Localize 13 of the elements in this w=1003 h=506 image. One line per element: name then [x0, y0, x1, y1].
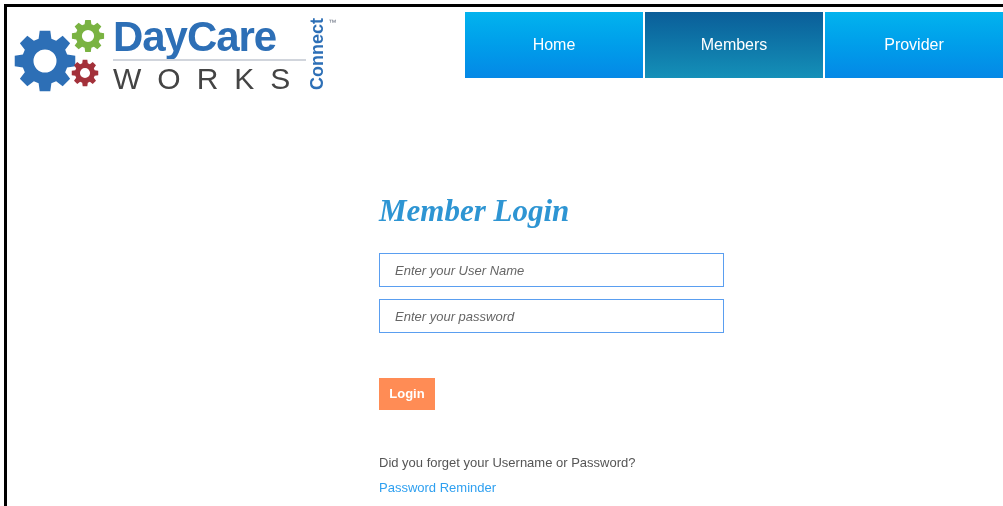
- input-field[interactable]: Enter your password: [379, 299, 724, 333]
- nav-tab[interactable]: Provider: [825, 12, 1003, 78]
- logo-tagline: WORKS: [113, 59, 307, 97]
- input-field[interactable]: Enter your User Name: [379, 253, 724, 287]
- login-title: Member Login: [379, 193, 571, 229]
- nav-tab[interactable]: Home: [465, 12, 643, 78]
- trademark: ™: [328, 17, 337, 29]
- password-reminder-link[interactable]: Password Reminder: [379, 480, 497, 495]
- logo-name: DayCare: [113, 15, 278, 59]
- logo-subtitle: Connect: [306, 17, 329, 91]
- help-text: Did you forget your Username or Password? Password Reminder: [379, 454, 637, 497]
- nav-tab[interactable]: Members: [645, 12, 823, 78]
- login-button[interactable]: Login: [379, 378, 435, 410]
